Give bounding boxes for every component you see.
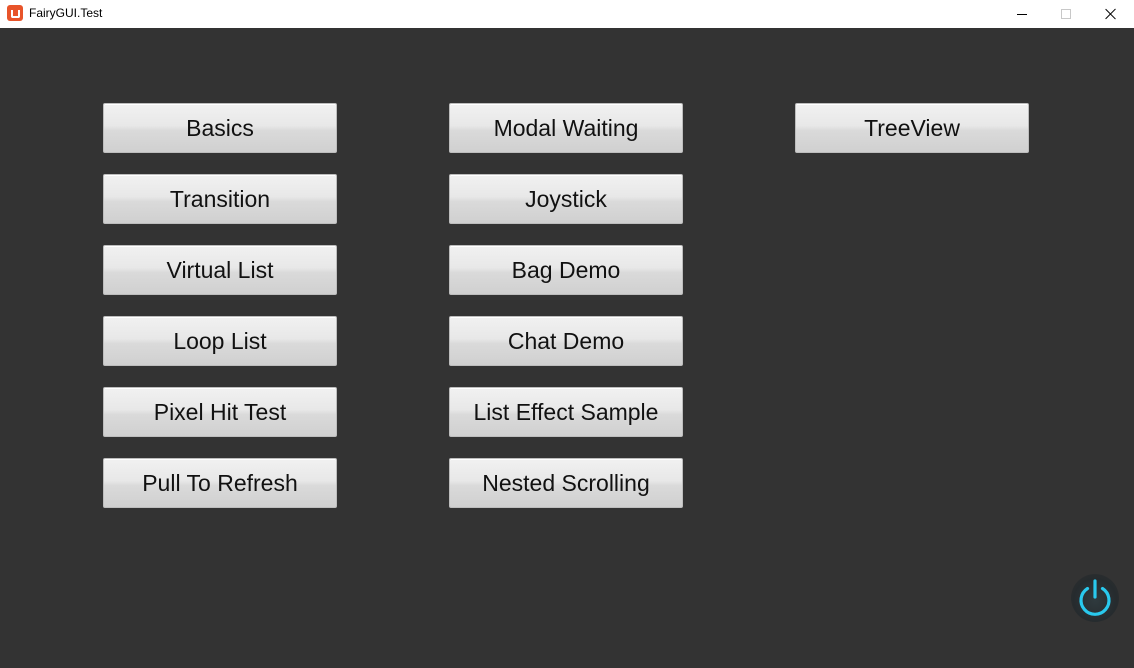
close-button[interactable] <box>1088 0 1134 28</box>
transition-button[interactable]: Transition <box>103 174 337 224</box>
virtual-list-button[interactable]: Virtual List <box>103 245 337 295</box>
pixel-hit-test-button-label: Pixel Hit Test <box>153 398 287 425</box>
list-effect-sample-button[interactable]: List Effect Sample <box>449 387 683 437</box>
transition-button-label: Transition <box>169 185 271 212</box>
main-stage: Basics Transition Virtual List Loop List… <box>0 28 1134 668</box>
pull-to-refresh-button[interactable]: Pull To Refresh <box>103 458 337 508</box>
modal-waiting-button[interactable]: Modal Waiting <box>449 103 683 153</box>
minimize-button[interactable] <box>999 0 1045 28</box>
fairygui-app-icon <box>7 5 23 21</box>
joystick-button[interactable]: Joystick <box>449 174 683 224</box>
treeview-button-label: TreeView <box>864 114 960 141</box>
maximize-icon <box>1061 9 1071 19</box>
chat-demo-button-label: Chat Demo <box>507 327 625 354</box>
chat-demo-button[interactable]: Chat Demo <box>449 316 683 366</box>
nested-scrolling-button-label: Nested Scrolling <box>482 469 650 496</box>
basics-button-label: Basics <box>186 114 254 141</box>
window-title: FairyGUI.Test <box>29 6 103 20</box>
bag-demo-button[interactable]: Bag Demo <box>449 245 683 295</box>
modal-waiting-button-label: Modal Waiting <box>493 114 639 141</box>
power-button[interactable] <box>1071 574 1119 622</box>
loop-list-button[interactable]: Loop List <box>103 316 337 366</box>
loop-list-button-label: Loop List <box>173 327 267 354</box>
nested-scrolling-button[interactable]: Nested Scrolling <box>449 458 683 508</box>
minimize-icon <box>1017 13 1027 15</box>
pull-to-refresh-button-label: Pull To Refresh <box>142 469 298 496</box>
maximize-button[interactable] <box>1043 0 1089 28</box>
window-titlebar[interactable]: FairyGUI.Test <box>0 0 1134 28</box>
bag-demo-button-label: Bag Demo <box>511 256 621 283</box>
joystick-button-label: Joystick <box>525 185 607 212</box>
list-effect-sample-button-label: List Effect Sample <box>473 398 659 425</box>
virtual-list-button-label: Virtual List <box>166 256 274 283</box>
treeview-button[interactable]: TreeView <box>795 103 1029 153</box>
power-icon <box>1079 579 1111 616</box>
close-icon <box>1105 8 1117 20</box>
pixel-hit-test-button[interactable]: Pixel Hit Test <box>103 387 337 437</box>
basics-button[interactable]: Basics <box>103 103 337 153</box>
